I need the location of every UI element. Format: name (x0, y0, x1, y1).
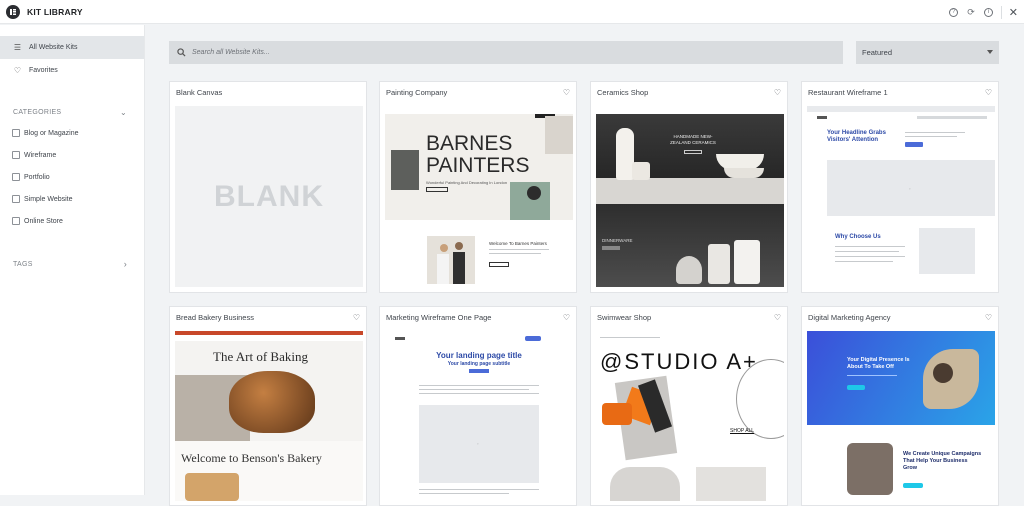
kit-card-digital-marketing[interactable]: Digital Marketing Agency ♡ Your Digital P… (801, 306, 999, 506)
kit-thumbnail[interactable]: The Art of Baking Welcome to Benson's Ba… (175, 331, 363, 501)
filter-lines-icon: ☰ (13, 43, 22, 52)
thumb-subtitle: Your landing page subtitle (447, 361, 511, 367)
elementor-logo-icon (6, 4, 20, 19)
categories-toggle[interactable]: CATEGORIES ⌄ (0, 102, 144, 122)
thumb-headline: Your Headline Grabs Visitors' Attention (827, 130, 886, 143)
thumb-label: DINNERWARE (602, 238, 633, 243)
category-label: Portfolio (24, 173, 50, 181)
thumb-section: Why Choose Us (835, 234, 881, 240)
heart-icon[interactable]: ♡ (353, 313, 360, 322)
category-wireframe[interactable]: Wireframe (0, 144, 144, 166)
sidebar-item-favorites[interactable]: ♡ Favorites (0, 59, 144, 82)
kit-card-swimwear-shop[interactable]: Swimwear Shop ♡ @STUDIO A+ SHOP ALL (590, 306, 788, 506)
chevron-right-icon: › (123, 259, 127, 269)
kit-card-ceramics-shop[interactable]: Ceramics Shop ♡ HANDMADE NEW-ZEALAND CERA… (590, 81, 788, 293)
heart-icon[interactable]: ♡ (563, 313, 570, 322)
checkbox[interactable] (12, 217, 20, 225)
close-icon[interactable]: ✕ (1009, 6, 1018, 19)
heart-icon[interactable]: ♡ (774, 313, 781, 322)
thumb-welcome: Welcome To Barnes Painters (489, 241, 547, 246)
divider (1000, 5, 1002, 19)
kit-thumbnail[interactable]: BLANK (175, 106, 363, 287)
help-icon[interactable]: ? (949, 7, 959, 17)
sync-icon[interactable]: ⟳ (967, 7, 975, 18)
category-label: Blog or Magazine (24, 129, 79, 137)
category-blog[interactable]: Blog or Magazine (0, 122, 144, 144)
kit-title: Restaurant Wireframe 1 (808, 87, 888, 97)
kit-title: Painting Company (386, 87, 448, 97)
category-label: Simple Website (24, 195, 73, 203)
kit-thumbnail[interactable]: Your landing page title Your landing pag… (385, 331, 573, 501)
sort-select[interactable]: Featured (856, 41, 999, 64)
categories-label: CATEGORIES (13, 108, 62, 116)
heart-icon[interactable]: ♡ (774, 88, 781, 97)
info-icon[interactable]: i (983, 7, 993, 17)
thumb-headline: The Art of Baking (213, 349, 308, 364)
kit-title: Bread Bakery Business (176, 312, 254, 322)
category-online-store[interactable]: Online Store (0, 210, 144, 232)
category-simple-website[interactable]: Simple Website (0, 188, 144, 210)
sort-selected-value: Featured (862, 48, 893, 57)
thumb-headline: Your Digital Presence Is About To Take O… (847, 357, 910, 370)
sidebar: ☰ All Website Kits ♡ Favorites CATEGORIE… (0, 25, 145, 495)
thumb-headline: HANDMADE NEW-ZEALAND CERAMICS (670, 134, 716, 145)
kit-thumbnail[interactable]: Your Headline Grabs Visitors' Attention … (807, 106, 995, 287)
heart-icon[interactable]: ♡ (985, 88, 992, 97)
thumb-headline: @STUDIO A+ (600, 349, 758, 374)
category-portfolio[interactable]: Portfolio (0, 166, 144, 188)
kit-thumbnail[interactable]: @STUDIO A+ SHOP ALL (596, 331, 784, 501)
kit-card-blank-canvas[interactable]: Blank Canvas BLANK (169, 81, 367, 293)
checkbox[interactable] (12, 129, 20, 137)
category-label: Wireframe (24, 151, 57, 159)
thumb-welcome: Welcome to Benson's Bakery (181, 451, 322, 465)
kit-card-restaurant-wireframe[interactable]: Restaurant Wireframe 1 ♡ Your Headline Gr… (801, 81, 999, 293)
sidebar-item-all-kits[interactable]: ☰ All Website Kits (0, 36, 144, 59)
kit-card-bread-bakery[interactable]: Bread Bakery Business ♡ The Art of Baking… (169, 306, 367, 506)
thumb-headline: BARNES PAINTERS (426, 132, 530, 177)
checkbox[interactable] (12, 195, 20, 203)
kit-card-painting-company[interactable]: Painting Company ♡ BARNES PAINTERS Wonder… (379, 81, 577, 293)
checkbox[interactable] (12, 173, 20, 181)
heart-icon[interactable]: ♡ (985, 313, 992, 322)
search-icon (177, 48, 186, 57)
thumb-link: SHOP ALL (730, 428, 755, 434)
category-label: Online Store (24, 217, 63, 225)
caret-down-icon (987, 50, 993, 54)
checkbox[interactable] (12, 151, 20, 159)
thumb-text: BLANK (214, 179, 324, 213)
kit-title: Ceramics Shop (597, 87, 649, 97)
kit-thumbnail[interactable]: Your Digital Presence Is About To Take O… (807, 331, 995, 501)
top-bar: KIT LIBRARY ? ⟳ i ✕ (0, 0, 1024, 24)
kit-title: Marketing Wireframe One Page (386, 312, 492, 322)
kit-thumbnail[interactable]: HANDMADE NEW-ZEALAND CERAMICS DINNERWARE (596, 106, 784, 287)
kit-title: Swimwear Shop (597, 312, 652, 322)
tags-label: TAGS (13, 260, 33, 268)
kit-thumbnail[interactable]: BARNES PAINTERS Wonderful Painting And D… (385, 106, 573, 287)
kit-card-marketing-wireframe[interactable]: Marketing Wireframe One Page ♡ Your landi… (379, 306, 577, 506)
thumb-subtitle: We Create Unique Campaigns That Help You… (903, 451, 982, 471)
heart-icon: ♡ (13, 66, 22, 75)
sidebar-item-label: All Website Kits (29, 44, 78, 51)
thumb-subtitle: Wonderful Painting And Decorating In Lon… (426, 180, 508, 185)
sidebar-item-label: Favorites (29, 67, 58, 74)
top-actions: ? ⟳ i ✕ (940, 0, 1018, 24)
tags-toggle[interactable]: TAGS › (0, 254, 144, 274)
chevron-down-icon: ⌄ (119, 107, 127, 117)
search-input[interactable]: Search all Website Kits... (192, 49, 270, 56)
thumb-headline: Your landing page title (436, 351, 522, 360)
app-title: KIT LIBRARY (27, 6, 83, 17)
search-bar[interactable]: Search all Website Kits... (169, 41, 843, 64)
heart-icon[interactable]: ♡ (563, 88, 570, 97)
kit-title: Blank Canvas (176, 87, 223, 97)
kit-title: Digital Marketing Agency (808, 312, 891, 322)
